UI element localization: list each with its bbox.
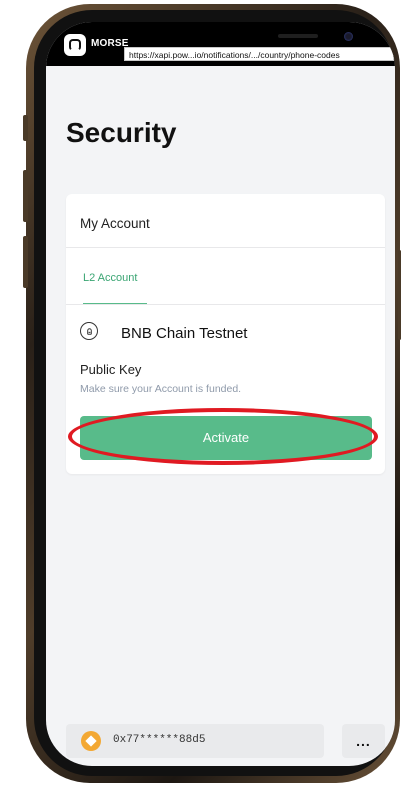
bnb-coin-icon [81,731,101,751]
activate-button[interactable]: Activate [80,416,372,460]
morse-logo-icon[interactable] [64,34,86,56]
divider [66,304,385,305]
front-camera-icon [344,32,353,41]
speaker-grille [278,34,318,38]
tab-l2-account[interactable]: L2 Account [83,272,137,284]
url-tooltip: https://xapi.pow...io/notifications/.../… [124,47,394,61]
volume-down-button [23,236,28,288]
page-title: Security [66,117,177,148]
volume-up-button [23,170,28,222]
public-key-label: Public Key [80,362,142,377]
more-icon: ... [356,733,371,749]
chain-name: BNB Chain Testnet [121,325,248,342]
screen: MORSE https://xapi.pow...io/notification… [46,22,395,766]
chain-icon [80,322,98,340]
card-header: My Account [80,216,150,231]
public-key-hint: Make sure your Account is funded. [80,383,242,395]
account-card: My Account L2 Account BNB Chain Testnet … [66,194,385,474]
wallet-address-pill[interactable]: 0x77******88d5 [66,724,324,758]
divider [66,247,385,248]
mute-switch [23,115,28,141]
more-button[interactable]: ... [342,724,385,758]
wallet-address: 0x77******88d5 [113,734,206,746]
status-bar: MORSE https://xapi.pow...io/notification… [46,22,395,66]
